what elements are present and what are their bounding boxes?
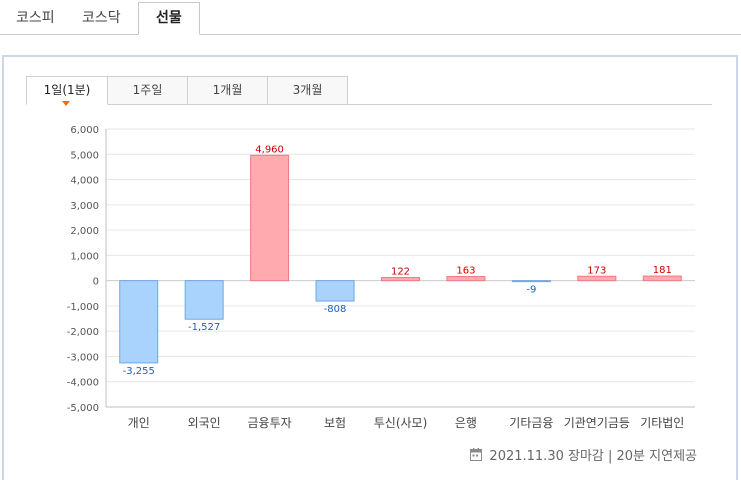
y-tick-label: 3,000 (70, 201, 99, 212)
y-tick-label: -5,000 (67, 403, 99, 414)
y-tick-label: 4,000 (70, 176, 99, 187)
y-tick-label: -1,000 (67, 302, 99, 313)
y-tick-label: 6,000 (70, 125, 99, 136)
bar (381, 277, 420, 282)
bar (577, 275, 617, 282)
y-tick-label: -4,000 (67, 378, 99, 389)
bar (315, 280, 355, 302)
x-tick-label: 금융투자 (248, 416, 292, 430)
x-tick-label: 기타법인 (640, 416, 684, 430)
calendar-icon (470, 448, 483, 461)
bar (511, 280, 551, 283)
x-tick-label: 개인 (128, 416, 150, 430)
y-tick-label: 5,000 (70, 150, 99, 161)
x-tick-label: 기타금융 (509, 416, 553, 430)
data-label: -9 (526, 285, 536, 296)
x-tick-label: 기관연기금등 (564, 416, 630, 430)
y-tick-label: 2,000 (70, 226, 99, 237)
data-label: 4,960 (255, 144, 284, 155)
data-label: -808 (324, 304, 347, 315)
bar (250, 154, 290, 282)
y-tick-label: 1,000 (70, 251, 99, 262)
x-tick-label: 보험 (324, 416, 346, 430)
x-tick-label: 외국인 (188, 416, 221, 430)
investor-bar-chart: 6,000 5,000 4,000 3,000 2,000 1,000 0 -1,000 -2,… (67, 125, 695, 430)
y-tick-label: 0 (93, 277, 99, 288)
y-tick-label: -3,000 (67, 352, 99, 363)
footer-note: 2021.11.30 장마감 | 20분 지연제공 (470, 445, 697, 464)
data-label: 122 (391, 267, 410, 278)
bar (119, 280, 159, 364)
data-label: -3,255 (123, 366, 155, 377)
data-label: 173 (587, 265, 606, 276)
data-label: 181 (653, 265, 672, 276)
x-tick-label: 투신(사모) (374, 416, 428, 430)
bar (642, 275, 682, 282)
bar (446, 276, 486, 282)
x-tick-label: 은행 (455, 415, 477, 430)
bar (184, 280, 224, 320)
data-label: -1,527 (188, 322, 220, 333)
data-label: 163 (456, 266, 475, 277)
y-tick-label: -2,000 (67, 327, 99, 338)
footer-text: 2021.11.30 장마감 | 20분 지연제공 (489, 449, 697, 464)
